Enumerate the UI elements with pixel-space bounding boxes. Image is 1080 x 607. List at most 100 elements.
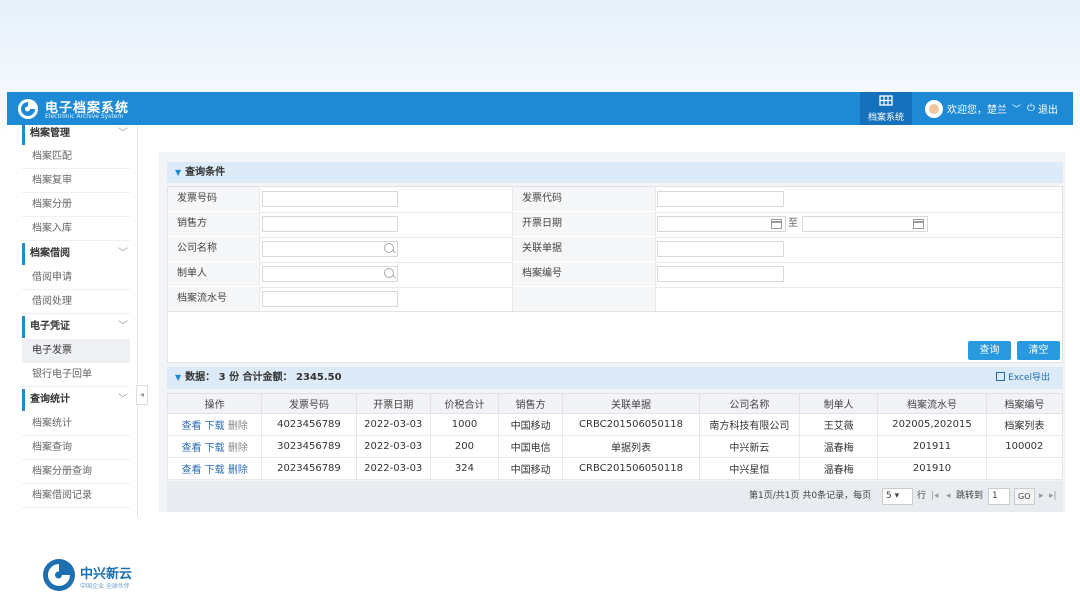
related-doc-link[interactable]: CRBC201506050118 [562, 413, 700, 436]
table-row: 查看 下载 删除 4023456789 2022-03-03 1000 中国移动… [166, 413, 1064, 436]
invoice-date-label: 开票日期 [512, 212, 656, 236]
invoice-no-cell: 3023456789 [261, 435, 357, 458]
col-header[interactable]: 销售方 [498, 393, 564, 414]
form-row: 制单人 档案编号 [168, 262, 1062, 288]
sidebar-item-archive-stats[interactable]: 档案统计 [22, 412, 130, 436]
invoice-no-label: 发票号码 [168, 187, 260, 211]
invoice-code-input[interactable] [657, 191, 784, 207]
excel-icon [996, 372, 1006, 381]
delete-link[interactable]: 删除 [228, 443, 248, 454]
page-size-select[interactable]: 5 ▾ [882, 488, 913, 505]
rows-label: 行 [917, 491, 927, 501]
col-header[interactable]: 档案编号 [985, 393, 1064, 414]
chevron-down-icon[interactable]: ﹀ [1012, 102, 1021, 115]
sidebar-item-archive-query[interactable]: 档案查询 [22, 436, 130, 460]
excel-export-button[interactable]: Excel导出 [996, 367, 1050, 389]
archive-link[interactable]: 100002 [985, 435, 1064, 458]
logout-link[interactable]: 退出 [1038, 101, 1058, 116]
view-link[interactable]: 查看 [181, 443, 201, 454]
date-cell: 2022-03-03 [355, 457, 431, 480]
date-from-input[interactable] [657, 216, 786, 232]
sidebar-group-stats[interactable]: 查询统计 ﹀ [22, 389, 132, 411]
download-link[interactable]: 下载 [205, 443, 225, 454]
search-icon[interactable] [384, 243, 394, 253]
col-header[interactable]: 价税合计 [429, 393, 500, 414]
goto-page-input[interactable]: 1 [988, 488, 1010, 505]
clear-button[interactable]: 清空 [1017, 341, 1060, 360]
sidebar-item-e-invoice[interactable]: 电子发票 [22, 339, 130, 363]
serial-cell: 201911 [877, 435, 987, 458]
col-header[interactable]: 档案流水号 [877, 393, 987, 414]
view-link[interactable]: 查看 [181, 421, 201, 432]
dropdown-triangle-icon: ▾ [894, 491, 900, 501]
sidebar-collapse-button[interactable]: ◂ [136, 385, 148, 405]
col-header[interactable]: 发票号码 [261, 393, 357, 414]
sidebar-group-archive-mgmt[interactable]: 档案管理 ﹀ [22, 123, 132, 145]
query-section-header[interactable]: ▼ 查询条件 [167, 162, 1063, 183]
download-link[interactable]: 下载 [205, 465, 225, 476]
col-header[interactable]: 制单人 [799, 393, 879, 414]
calendar-icon[interactable] [913, 219, 924, 229]
collapse-triangle-icon[interactable]: ▼ [175, 373, 181, 382]
sidebar-item-volume[interactable]: 档案分册 [22, 193, 130, 217]
actions-cell: 查看 下载 删除 [166, 413, 263, 436]
results-header: ▼ 数据： 3 份 合计金额： 2345.50 Excel导出 [167, 367, 1063, 389]
maker-search-input[interactable] [262, 266, 398, 282]
archive-no-input[interactable] [657, 266, 784, 282]
table-row: 查看 下载 删除 3023456789 2022-03-03 200 中国电信 … [166, 435, 1064, 458]
col-header[interactable]: 关联单据 [562, 393, 700, 414]
related-doc-input[interactable] [657, 241, 784, 257]
first-page-icon[interactable]: |◂ [931, 481, 939, 512]
sidebar-group-borrow[interactable]: 档案借阅 ﹀ [22, 243, 132, 265]
total-cell: 200 [429, 435, 500, 458]
date-to-input[interactable] [802, 216, 928, 232]
delete-link[interactable]: 删除 [228, 465, 248, 476]
related-doc-link[interactable]: CRBC201506050118 [562, 457, 700, 480]
related-doc-link[interactable]: 单据列表 [562, 435, 700, 458]
search-button[interactable]: 查询 [968, 341, 1011, 360]
seller-input[interactable] [262, 216, 398, 232]
search-icon[interactable] [384, 268, 394, 278]
goto-label: 跳转到 [956, 491, 984, 501]
form-row: 发票号码 发票代码 [168, 187, 1062, 213]
results-summary: 数据： 3 份 合计金额： 2345.50 [185, 372, 342, 383]
col-header[interactable]: 开票日期 [355, 393, 431, 414]
view-link[interactable]: 查看 [181, 465, 201, 476]
archive-serial-input[interactable] [262, 291, 398, 307]
prev-page-icon[interactable]: ◂ [946, 481, 951, 512]
query-section-title: 查询条件 [185, 167, 226, 178]
sidebar-group-e-voucher[interactable]: 电子凭证 ﹀ [22, 316, 132, 338]
sidebar-item-bank-receipt[interactable]: 银行电子回单 [22, 363, 130, 387]
next-page-icon[interactable]: ▸ [1039, 481, 1044, 512]
app-subtitle: Electronic Archive System [45, 113, 124, 120]
power-icon[interactable]: ⏻ [1027, 103, 1035, 114]
delete-link[interactable]: 删除 [228, 421, 248, 432]
sidebar-group-label: 档案管理 [30, 128, 70, 139]
grid-icon [879, 95, 893, 106]
company-search-input[interactable] [262, 241, 398, 257]
welcome-text[interactable]: 欢迎您，楚兰 [947, 101, 1007, 116]
archive-system-button[interactable]: 档案系统 [860, 92, 912, 125]
sidebar-item-storage[interactable]: 档案入库 [22, 217, 130, 241]
go-button[interactable]: GO [1014, 488, 1035, 505]
chevron-down-icon: ﹀ [118, 128, 128, 139]
actions-cell: 查看 下载 删除 [166, 435, 263, 458]
download-link[interactable]: 下载 [205, 421, 225, 432]
last-page-icon[interactable]: ▸| [1049, 481, 1057, 512]
archive-link[interactable]: 档案列表 [985, 413, 1064, 436]
sidebar-item-borrow-apply[interactable]: 借阅申请 [22, 266, 130, 290]
sidebar-item-volume-query[interactable]: 档案分册查询 [22, 460, 130, 484]
archive-link[interactable] [985, 457, 1064, 480]
avatar[interactable] [925, 99, 943, 118]
col-header: 操作 [166, 393, 263, 414]
sidebar-item-match[interactable]: 档案匹配 [22, 145, 130, 169]
archive-system-label: 档案系统 [867, 113, 904, 123]
sidebar-item-borrow-process[interactable]: 借阅处理 [22, 290, 130, 314]
sidebar-item-borrow-records[interactable]: 档案借阅记录 [22, 484, 130, 508]
calendar-icon[interactable] [771, 219, 782, 229]
invoice-no-input[interactable] [262, 191, 398, 207]
sidebar-item-review[interactable]: 档案复审 [22, 169, 130, 193]
form-row: 销售方 开票日期 至 [168, 212, 1062, 238]
col-header[interactable]: 公司名称 [698, 393, 801, 414]
date-to-label: 至 [788, 218, 798, 229]
